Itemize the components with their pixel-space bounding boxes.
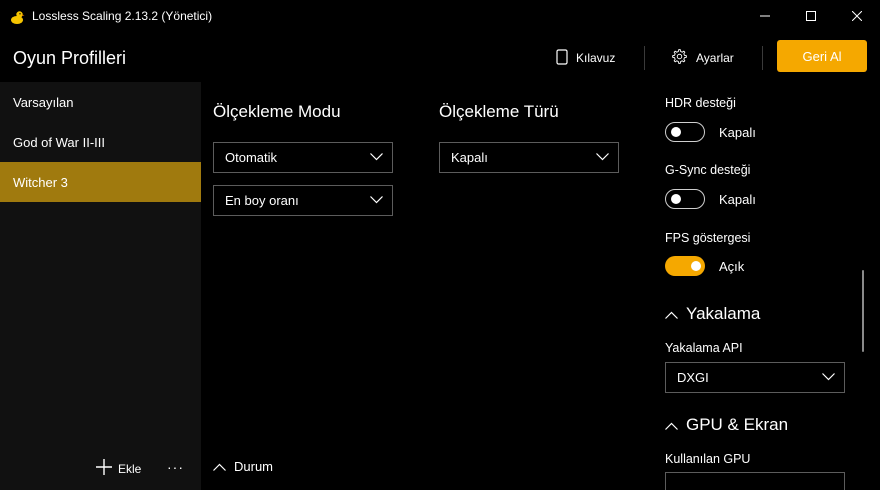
gpu-label: Kullanılan GPU	[665, 452, 751, 466]
page-title: Oyun Profilleri	[13, 48, 127, 68]
status-expander[interactable]: Durum	[213, 459, 273, 474]
dropdown-value: DXGI	[677, 370, 709, 385]
guide-label: Kılavuz	[576, 51, 616, 65]
gsync-toggle[interactable]	[665, 189, 705, 209]
fps-state: Açık	[719, 259, 745, 274]
profile-item-god-of-war[interactable]: God of War II-III	[0, 122, 201, 162]
window-title: Lossless Scaling 2.13.2 (Yönetici)	[32, 9, 213, 23]
status-label: Durum	[234, 459, 274, 474]
capture-api-label: Yakalama API	[665, 341, 743, 355]
capture-title: Yakalama	[686, 304, 761, 323]
duck-icon	[9, 9, 25, 25]
gsync-state: Kapalı	[719, 192, 756, 207]
profile-item-default[interactable]: Varsayılan	[0, 82, 201, 122]
profile-label: Witcher 3	[13, 174, 68, 190]
scrollbar-thumb[interactable]	[862, 270, 864, 352]
dropdown-value: En boy oranı	[225, 193, 299, 208]
chevron-up-icon	[213, 459, 234, 474]
scaling-type-dropdown[interactable]: Kapalı	[439, 142, 619, 173]
toggle-knob	[691, 261, 701, 271]
header: Oyun Profilleri Kılavuz Ayarlar Geri Al	[0, 34, 880, 82]
dropdown-value: Otomatik	[225, 150, 278, 165]
scaling-mode-title: Ölçekleme Modu	[213, 102, 341, 121]
profile-label: Varsayılan	[13, 94, 74, 110]
close-icon	[851, 8, 863, 26]
scaling-mode-dropdown[interactable]: Otomatik	[213, 142, 393, 173]
fps-toggle[interactable]	[665, 256, 705, 276]
scaling-type-title: Ölçekleme Türü	[439, 102, 559, 121]
fps-label: FPS göstergesi	[665, 231, 751, 245]
settings-label: Ayarlar	[696, 51, 734, 65]
gpu-display-title: GPU & Ekran	[686, 415, 789, 434]
revert-button[interactable]: Geri Al	[777, 40, 867, 72]
chevron-up-icon	[665, 415, 686, 435]
header-divider	[762, 46, 763, 70]
toggle-knob	[671, 194, 681, 204]
capture-api-dropdown[interactable]: DXGI	[665, 362, 845, 393]
close-button[interactable]	[834, 0, 880, 34]
hdr-toggle[interactable]	[665, 122, 705, 142]
minimize-button[interactable]	[742, 0, 788, 34]
hdr-label: HDR desteği	[665, 96, 736, 110]
maximize-button[interactable]	[788, 0, 834, 34]
aspect-ratio-dropdown[interactable]: En boy oranı	[213, 185, 393, 216]
guide-button[interactable]: Kılavuz	[556, 46, 615, 70]
toggle-knob	[671, 127, 681, 137]
gpu-display-expander[interactable]: GPU & Ekran	[665, 415, 788, 435]
hdr-state: Kapalı	[719, 125, 756, 140]
profile-label: God of War II-III	[13, 134, 105, 150]
gpu-dropdown[interactable]	[665, 472, 845, 490]
more-options-button[interactable]: ···	[167, 459, 184, 475]
gsync-label: G-Sync desteği	[665, 163, 751, 177]
dropdown-value: Kapalı	[451, 150, 488, 165]
chevron-up-icon	[665, 304, 686, 324]
title-bar: Lossless Scaling 2.13.2 (Yönetici)	[0, 0, 880, 34]
minimize-icon	[760, 8, 770, 26]
gear-icon	[671, 48, 696, 68]
maximize-icon	[806, 8, 816, 26]
add-label: Ekle	[118, 461, 142, 476]
capture-expander[interactable]: Yakalama	[665, 304, 760, 324]
add-profile-button[interactable]: Ekle	[96, 459, 141, 478]
profile-item-witcher-3[interactable]: Witcher 3	[0, 162, 201, 202]
plus-icon	[96, 459, 118, 478]
phone-icon	[556, 48, 576, 68]
header-divider	[644, 46, 645, 70]
settings-button[interactable]: Ayarlar	[671, 46, 734, 70]
profile-sidebar: Varsayılan God of War II-III Witcher 3 E…	[0, 82, 201, 490]
